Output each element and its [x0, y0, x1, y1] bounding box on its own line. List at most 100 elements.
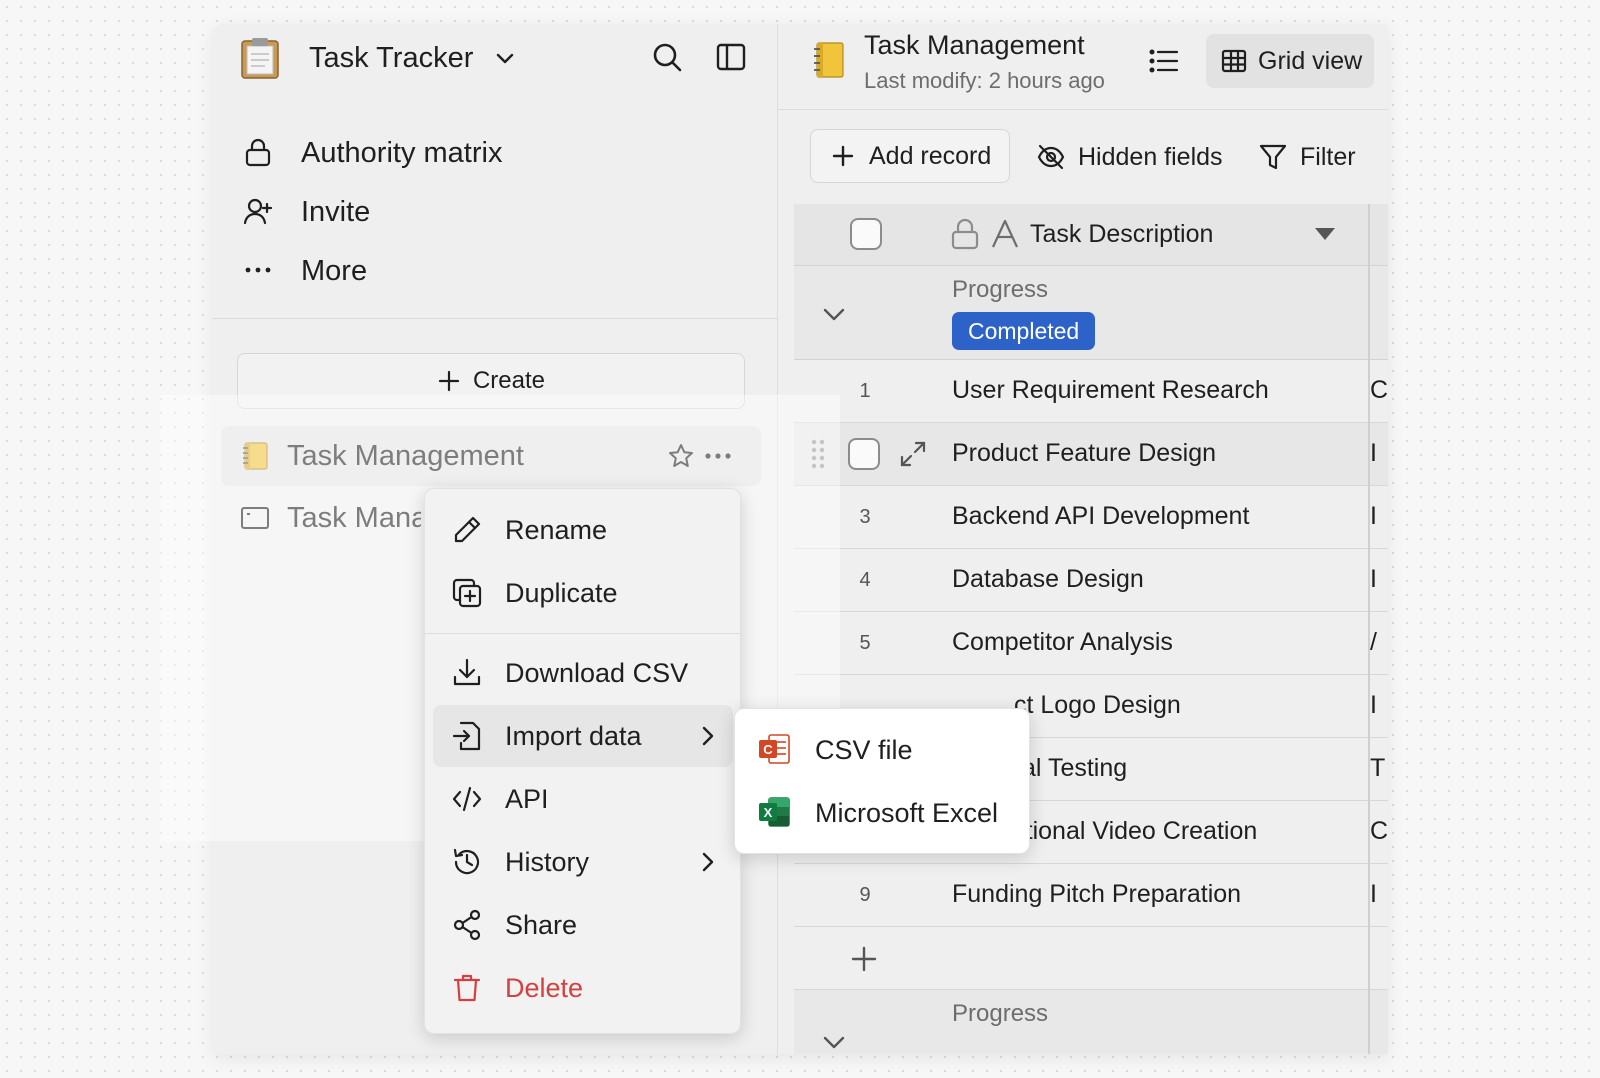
- svg-text:C: C: [763, 742, 773, 757]
- menu-item-download-csv[interactable]: Download CSV: [433, 642, 733, 704]
- table-row[interactable]: 4 Database Design I: [794, 549, 1388, 612]
- menu-item-import-data[interactable]: Import data: [433, 705, 733, 767]
- workspace-title[interactable]: Task Tracker: [309, 42, 473, 75]
- menu-item-label: Duplicate: [505, 578, 618, 608]
- chevron-down-icon[interactable]: [820, 1028, 848, 1054]
- next-column-cell[interactable]: I: [1370, 439, 1388, 468]
- menu-item-api[interactable]: API: [433, 768, 733, 830]
- data-grid: Task Description Progress Completed 1 Us…: [794, 204, 1388, 1054]
- next-column-cell[interactable]: I: [1370, 502, 1388, 531]
- nav-authority-matrix[interactable]: Authority matrix: [243, 130, 723, 174]
- table-row[interactable]: Product Feature Design I: [794, 423, 1388, 486]
- menu-item-label: Download CSV: [505, 658, 689, 688]
- next-column-cell[interactable]: I: [1370, 691, 1388, 720]
- table-row[interactable]: 9 Funding Pitch Preparation I: [794, 864, 1388, 927]
- next-column-cell[interactable]: I: [1370, 880, 1388, 909]
- nav-invite[interactable]: Invite: [243, 189, 723, 233]
- plus-icon: [438, 370, 460, 392]
- grid-header: Task Description: [794, 204, 1388, 266]
- menu-item-share[interactable]: Share: [433, 894, 733, 956]
- add-row-button[interactable]: [794, 927, 1388, 990]
- menu-item-label: History: [505, 847, 590, 877]
- lock-icon: [951, 218, 979, 250]
- next-column-cell[interactable]: C: [1370, 376, 1388, 405]
- list-icon[interactable]: [1148, 46, 1180, 76]
- nav-more-label: More: [301, 255, 368, 287]
- sidebar-divider: [213, 318, 777, 319]
- chevron-down-icon[interactable]: [820, 300, 848, 328]
- task-description-cell[interactable]: ct Logo Design: [1014, 691, 1181, 720]
- text-field-icon: [992, 219, 1018, 248]
- column-menu-caret-icon[interactable]: [1314, 226, 1336, 242]
- table-row[interactable]: 3 Backend API Development I: [794, 486, 1388, 549]
- form-view-icon: [241, 507, 269, 529]
- search-icon[interactable]: [651, 41, 683, 73]
- row-checkbox[interactable]: [848, 438, 880, 470]
- next-column-cell[interactable]: T: [1370, 754, 1388, 783]
- nav-invite-label: Invite: [301, 196, 371, 228]
- lock-icon: [245, 138, 271, 167]
- table-toolbar: Add record Hidden fields Filter: [778, 110, 1388, 206]
- menu-item-history[interactable]: History: [433, 831, 733, 893]
- table-row[interactable]: 5 Competitor Analysis /: [794, 612, 1388, 675]
- menu-item-label: Import data: [505, 721, 642, 751]
- menu-separator: [425, 633, 742, 634]
- menu-item-rename[interactable]: Rename: [433, 499, 733, 561]
- next-column-cell[interactable]: C: [1370, 817, 1388, 846]
- column-header-task-description[interactable]: Task Description: [1030, 220, 1213, 249]
- import-submenu: C CSV file X Microsoft Excel: [734, 708, 1030, 854]
- submenu-item-excel[interactable]: X Microsoft Excel: [743, 782, 1023, 844]
- grid-icon: [1221, 49, 1247, 73]
- context-menu: Rename Duplicate Download CSV Import dat…: [424, 488, 742, 1034]
- submenu-item-csv[interactable]: C CSV file: [743, 719, 1023, 781]
- tree-item-label: Task Management: [287, 502, 421, 534]
- next-column-cell[interactable]: I: [1370, 565, 1388, 594]
- group-header-completed: Progress Completed: [794, 266, 1388, 360]
- code-icon: [452, 786, 482, 812]
- task-description-cell[interactable]: Backend API Development: [952, 502, 1249, 531]
- expand-record-icon[interactable]: [898, 439, 928, 469]
- sidebar-toggle-icon[interactable]: [715, 41, 747, 73]
- hidden-fields-label: Hidden fields: [1078, 142, 1223, 171]
- duplicate-icon: [452, 578, 482, 608]
- next-column-cell[interactable]: /: [1370, 628, 1388, 657]
- row-number: 3: [859, 506, 871, 528]
- drag-handle-icon[interactable]: [808, 437, 828, 471]
- task-description-cell[interactable]: User Requirement Research: [952, 376, 1269, 405]
- row-number: 5: [859, 632, 871, 654]
- row-number: 4: [859, 569, 871, 591]
- plus-icon: [832, 145, 854, 167]
- filter-button[interactable]: Filter: [1258, 142, 1356, 172]
- plus-icon: [851, 946, 877, 972]
- table-title[interactable]: Task Management: [864, 30, 1085, 61]
- grid-view-button[interactable]: Grid view: [1206, 34, 1374, 88]
- task-description-cell[interactable]: Competitor Analysis: [952, 628, 1173, 657]
- select-all-checkbox[interactable]: [850, 218, 882, 250]
- tree-item-task-management[interactable]: Task Management: [221, 426, 761, 486]
- more-options-icon[interactable]: [703, 442, 733, 470]
- tree-item-label: Task Management: [287, 440, 524, 472]
- group-header-next: Progress: [794, 990, 1388, 1054]
- nav-more[interactable]: More: [243, 248, 723, 292]
- menu-item-delete[interactable]: Delete: [433, 957, 733, 1019]
- task-description-cell[interactable]: al Testing: [1022, 754, 1127, 783]
- submenu-item-label: CSV file: [815, 735, 913, 765]
- user-plus-icon: [243, 198, 273, 225]
- hidden-fields-button[interactable]: Hidden fields: [1036, 142, 1223, 172]
- star-icon[interactable]: [667, 442, 695, 470]
- grid-view-label: Grid view: [1258, 46, 1363, 75]
- chevron-right-icon: [702, 726, 714, 746]
- menu-item-duplicate[interactable]: Duplicate: [433, 562, 733, 624]
- table-row[interactable]: 1 User Requirement Research C: [794, 360, 1388, 423]
- filter-label: Filter: [1300, 142, 1356, 171]
- download-icon: [453, 658, 481, 686]
- add-record-button[interactable]: Add record: [810, 129, 1010, 183]
- row-number: 9: [859, 884, 871, 906]
- menu-item-label: Rename: [505, 515, 608, 545]
- create-button[interactable]: Create: [237, 353, 745, 409]
- task-description-cell[interactable]: Product Feature Design: [952, 439, 1216, 468]
- task-description-cell[interactable]: Funding Pitch Preparation: [952, 880, 1241, 909]
- chevron-down-icon[interactable]: [493, 46, 517, 70]
- import-icon: [452, 721, 481, 751]
- task-description-cell[interactable]: Database Design: [952, 565, 1144, 594]
